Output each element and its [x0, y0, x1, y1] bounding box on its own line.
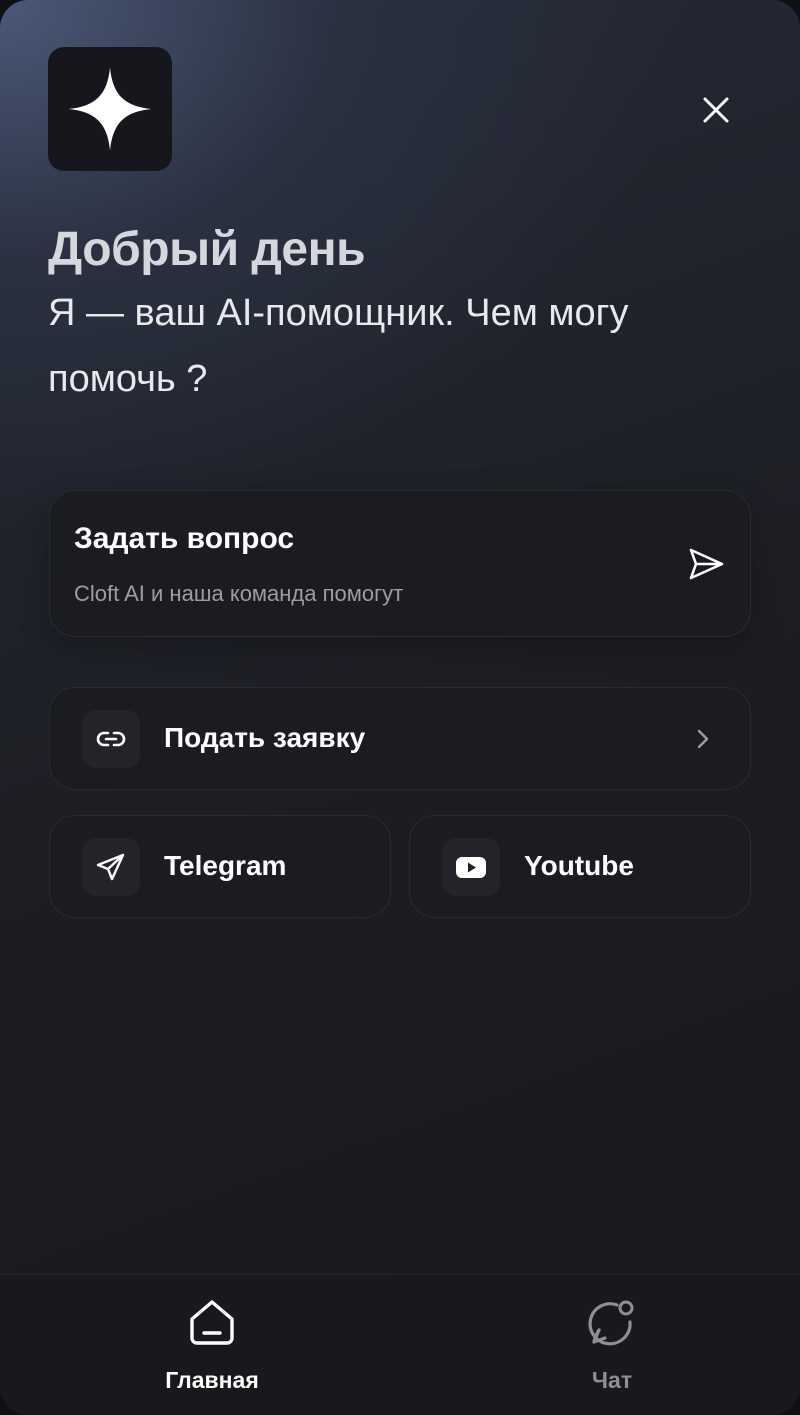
youtube-link-card[interactable]: Youtube: [409, 815, 751, 918]
telegram-icon: [96, 853, 125, 881]
nav-home-label: Главная: [165, 1367, 259, 1393]
nav-tab-chat[interactable]: Чат: [512, 1275, 712, 1415]
youtube-icon: [456, 857, 486, 878]
sparkle-icon: [68, 67, 152, 151]
nav-chat-label: Чат: [591, 1367, 633, 1393]
chevron-right-icon: [697, 729, 709, 749]
assistant-widget: Добрый день Я — ваш AI-помощник. Чем мог…: [0, 0, 800, 1415]
link-icon: [96, 731, 126, 747]
greeting-subtitle: Я — ваш AI-помощник. Чем могу помочь ?: [48, 292, 629, 400]
nav-tab-home[interactable]: Главная: [112, 1275, 312, 1415]
apply-label: Подать заявку: [164, 722, 366, 753]
greeting-title: Добрый день: [48, 223, 366, 276]
bottom-navigation: Главная Чат: [0, 1274, 800, 1415]
ask-question-title: Задать вопрос: [74, 522, 295, 555]
telegram-label: Telegram: [164, 850, 287, 881]
youtube-icon-box: [442, 838, 500, 896]
close-icon: [703, 97, 729, 123]
close-button[interactable]: [690, 84, 742, 136]
apply-icon-box: [82, 710, 140, 768]
youtube-label: Youtube: [524, 850, 634, 881]
home-icon: [190, 1300, 234, 1345]
assistant-logo: [48, 47, 172, 171]
telegram-link-card[interactable]: Telegram: [49, 815, 391, 918]
chat-icon: [588, 1300, 634, 1346]
apply-link-card[interactable]: Подать заявку: [49, 687, 751, 790]
send-icon: [689, 548, 724, 580]
ask-question-card[interactable]: Задать вопрос Cloft AI и наша команда по…: [49, 490, 751, 637]
telegram-icon-box: [82, 838, 140, 896]
ask-question-description: Cloft AI и наша команда помогут: [74, 581, 404, 606]
